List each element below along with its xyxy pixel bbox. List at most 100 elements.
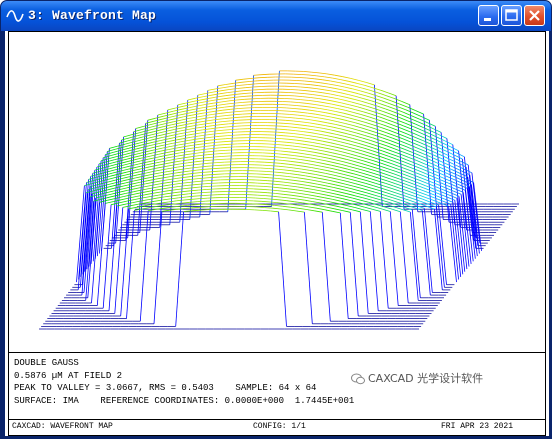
surface-line xyxy=(185,164,194,167)
surface-line xyxy=(288,209,297,212)
surface-line xyxy=(316,161,325,165)
surface-line xyxy=(427,171,436,176)
surface-line xyxy=(413,162,423,167)
surface-line xyxy=(220,112,229,114)
surface-line xyxy=(151,183,160,186)
surface-line xyxy=(167,107,176,111)
surface-line xyxy=(128,166,137,170)
surface-line xyxy=(191,209,200,212)
surface-line xyxy=(160,138,169,141)
surface-line xyxy=(234,102,243,104)
surface-line xyxy=(286,141,295,144)
surface-line xyxy=(203,159,212,162)
surface-line xyxy=(184,187,193,189)
surface-line xyxy=(145,171,154,174)
surface-line xyxy=(195,96,204,99)
surface-line xyxy=(321,212,331,322)
surface-line xyxy=(356,145,365,149)
surface-line xyxy=(137,133,146,137)
surface-line xyxy=(281,125,290,128)
surface-line xyxy=(343,112,352,116)
surface-line xyxy=(308,100,317,102)
surface-line xyxy=(382,137,391,142)
surface-line xyxy=(251,77,260,79)
surface-line xyxy=(233,81,242,84)
surface-line xyxy=(383,185,392,189)
maximize-button[interactable] xyxy=(501,5,522,26)
surface-line xyxy=(196,115,205,118)
surface-line xyxy=(143,134,152,138)
surface-line xyxy=(423,175,432,180)
surface-line xyxy=(313,104,322,106)
surface-line xyxy=(203,148,212,150)
surface-line xyxy=(179,151,188,154)
surface-line xyxy=(428,158,437,163)
surface-line xyxy=(107,187,116,191)
surface-line xyxy=(164,184,173,187)
surface-line xyxy=(350,78,359,81)
surface-line xyxy=(323,115,332,118)
surface-line xyxy=(355,96,365,100)
surface-line xyxy=(291,123,300,126)
surface-line xyxy=(324,138,333,141)
surface-line xyxy=(128,156,137,160)
surface-line xyxy=(415,123,424,128)
surface-line xyxy=(186,119,195,122)
surface-line xyxy=(210,116,219,118)
surface-line xyxy=(339,105,348,108)
surface-line xyxy=(349,117,358,121)
surface-line xyxy=(440,191,450,196)
watermark: CAXCAD 光学设计软件 xyxy=(351,370,483,386)
surface-line xyxy=(278,141,287,143)
surface-line xyxy=(384,194,393,199)
surface-line xyxy=(153,180,162,183)
surface-line xyxy=(438,134,448,139)
surface-line xyxy=(399,103,408,108)
surface-line xyxy=(219,92,228,95)
surface-line xyxy=(143,174,152,177)
surface-line xyxy=(121,137,130,141)
surface-line xyxy=(324,89,333,92)
surface-line xyxy=(381,100,390,105)
title-bar[interactable]: 3: Wavefront Map xyxy=(1,1,551,31)
surface-line xyxy=(316,101,325,104)
surface-line xyxy=(291,111,300,113)
surface-line xyxy=(157,163,166,166)
surface-line xyxy=(387,119,396,123)
surface-line xyxy=(135,186,144,190)
surface-line xyxy=(205,91,214,94)
surface-line xyxy=(343,186,352,189)
surface-line xyxy=(402,151,411,156)
surface-line xyxy=(288,197,297,200)
surface-line xyxy=(340,92,349,95)
surface-line xyxy=(341,102,350,106)
surface-line xyxy=(231,96,240,99)
surface-line xyxy=(402,209,411,213)
surface-line xyxy=(364,135,373,139)
surface-line xyxy=(169,115,178,118)
surface-line xyxy=(267,192,276,194)
surface-line xyxy=(350,188,360,192)
surface-line xyxy=(347,107,356,111)
surface-line xyxy=(213,144,222,146)
surface-line xyxy=(278,211,287,327)
surface-line xyxy=(291,170,300,173)
surface-line xyxy=(349,178,358,182)
surface-line xyxy=(304,93,313,95)
surface-line xyxy=(175,168,184,171)
surface-line xyxy=(278,199,287,202)
surface-line xyxy=(140,148,149,151)
surface-line xyxy=(186,141,195,144)
close-button[interactable] xyxy=(524,5,545,26)
surface-line xyxy=(288,151,297,154)
close-icon xyxy=(529,10,540,21)
surface-line xyxy=(378,92,387,96)
surface-line xyxy=(133,189,142,193)
surface-line xyxy=(206,165,215,167)
minimize-button[interactable] xyxy=(478,5,499,26)
surface-line xyxy=(364,194,373,198)
surface-line xyxy=(131,182,140,185)
surface-line xyxy=(151,172,160,175)
surface-line xyxy=(422,198,431,203)
surface-line xyxy=(334,196,343,200)
